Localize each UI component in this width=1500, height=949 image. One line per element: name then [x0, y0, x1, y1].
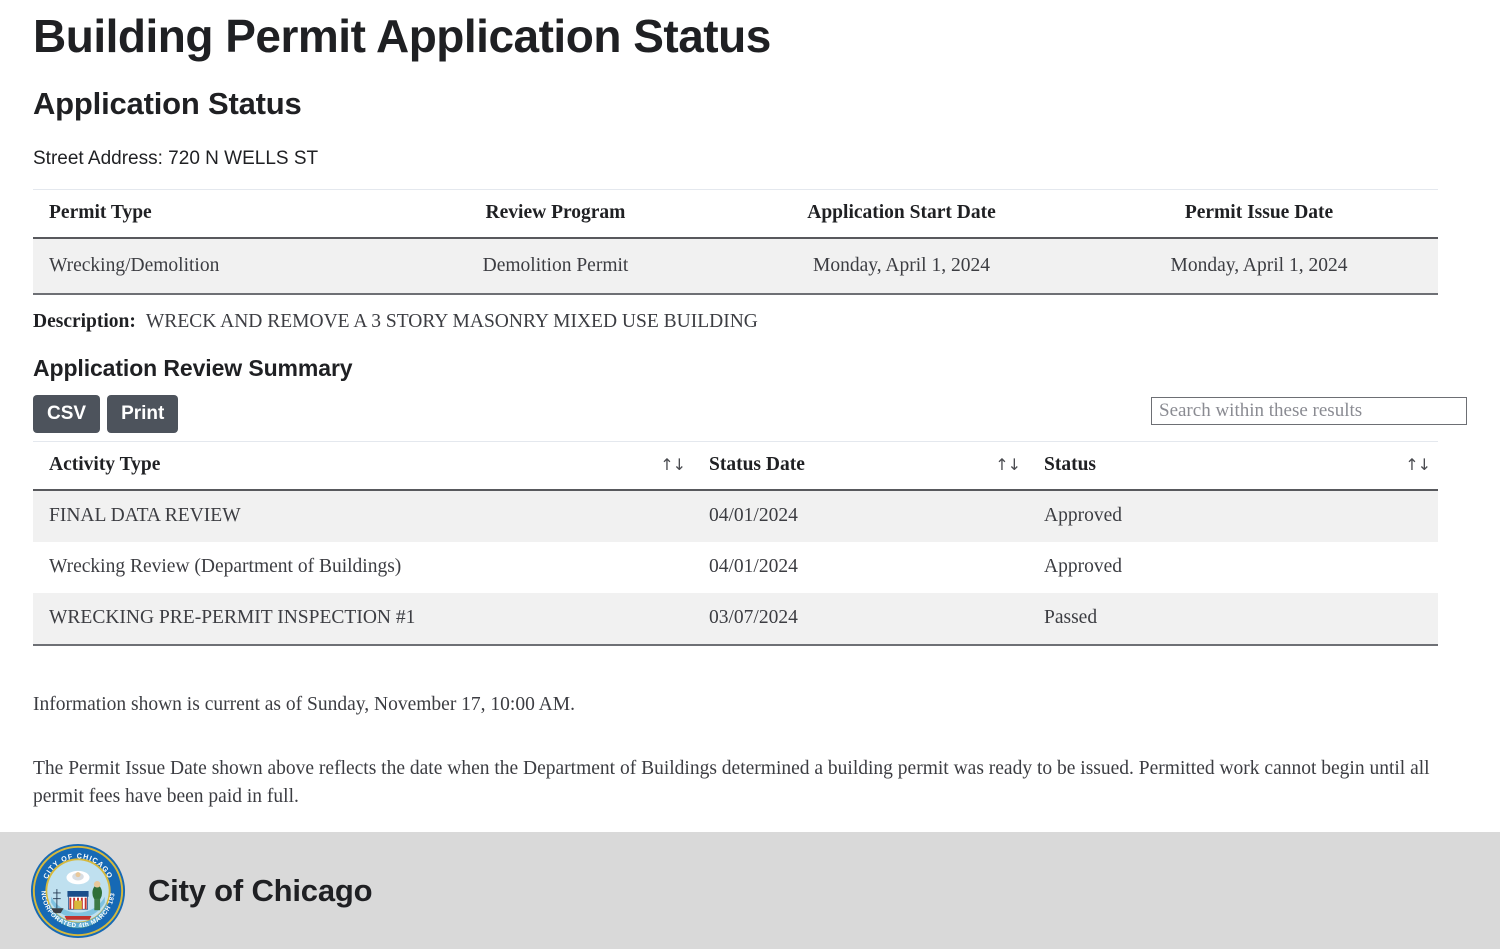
city-of-chicago-seal-icon: CITY OF CHICAGO INCORPORATED 4th MARCH 1… — [30, 843, 126, 938]
cell-status-date: 04/01/2024 — [693, 490, 1028, 543]
cell-status: Approved — [1028, 490, 1438, 543]
column-header-status[interactable]: Status ↑↓ — [1028, 441, 1438, 492]
footer-title: City of Chicago — [148, 872, 373, 908]
search-container — [1151, 397, 1467, 426]
print-button[interactable]: Print — [107, 395, 179, 434]
description-label: Description: — [33, 311, 136, 333]
cell-status: Approved — [1028, 542, 1438, 594]
column-header-status-label: Status — [1044, 454, 1097, 476]
column-header-application-start-date: Application Start Date — [723, 189, 1080, 240]
column-header-review-program: Review Program — [388, 189, 723, 240]
cell-status-date: 03/07/2024 — [693, 593, 1028, 647]
column-header-activity-type-label: Activity Type — [49, 454, 161, 476]
description-line: Description: WRECK AND REMOVE A 3 STORY M… — [33, 295, 1467, 333]
table-row: Wrecking Review (Department of Buildings… — [33, 542, 1438, 594]
table-row: WRECKING PRE-PERMIT INSPECTION #1 03/07/… — [33, 593, 1438, 647]
column-header-permit-type: Permit Type — [33, 189, 388, 240]
review-summary-toolbar: CSV Print — [33, 395, 1467, 441]
column-header-permit-issue-date: Permit Issue Date — [1080, 189, 1438, 240]
cell-application-start-date: Monday, April 1, 2024 — [723, 238, 1080, 296]
page-title: Building Permit Application Status — [33, 10, 771, 62]
sort-arrows-icon[interactable]: ↑↓ — [1405, 457, 1431, 473]
table-row: FINAL DATA REVIEW 04/01/2024 Approved — [33, 490, 1438, 543]
permit-details-table: Permit Type Review Program Application S… — [33, 189, 1438, 296]
csv-button[interactable]: CSV — [33, 395, 101, 434]
street-address: Street Address: 720 N WELLS ST — [33, 148, 319, 170]
sort-arrows-icon[interactable]: ↑↓ — [995, 457, 1021, 473]
permit-status-page: Building Permit Application Status Appli… — [0, 0, 1500, 949]
note-current-as-of: Information shown is current as of Sunda… — [33, 693, 575, 715]
permit-table-header-row: Permit Type Review Program Application S… — [33, 189, 1438, 240]
review-table-header-row: Activity Type ↑↓ Status Date ↑↓ Status ↑… — [33, 441, 1438, 492]
column-header-activity-type[interactable]: Activity Type ↑↓ — [33, 441, 693, 492]
cell-permit-issue-date: Monday, April 1, 2024 — [1080, 238, 1438, 296]
export-buttons: CSV Print — [33, 395, 179, 434]
column-header-status-date[interactable]: Status Date ↑↓ — [693, 441, 1028, 492]
cell-activity-type: FINAL DATA REVIEW — [33, 490, 693, 543]
page-footer: CITY OF CHICAGO INCORPORATED 4th MARCH 1… — [0, 832, 1500, 949]
cell-permit-type: Wrecking/Demolition — [33, 238, 388, 296]
sort-arrows-icon[interactable]: ↑↓ — [660, 457, 686, 473]
search-input[interactable] — [1151, 397, 1467, 426]
cell-activity-type: Wrecking Review (Department of Buildings… — [33, 542, 693, 594]
description-value: WRECK AND REMOVE A 3 STORY MASONRY MIXED… — [145, 311, 758, 333]
section-title-application-status: Application Status — [33, 86, 302, 122]
table-row: Wrecking/Demolition Demolition Permit Mo… — [33, 238, 1438, 296]
main-content: Building Permit Application Status Appli… — [0, 0, 1500, 811]
cell-review-program: Demolition Permit — [388, 238, 723, 296]
cell-status-date: 04/01/2024 — [693, 542, 1028, 594]
cell-status: Passed — [1028, 593, 1438, 647]
column-header-status-date-label: Status Date — [709, 454, 805, 476]
cell-activity-type: WRECKING PRE-PERMIT INSPECTION #1 — [33, 593, 693, 647]
note-permit-issue-date: The Permit Issue Date shown above reflec… — [33, 757, 1430, 807]
application-review-summary-table: Activity Type ↑↓ Status Date ↑↓ Status ↑… — [33, 441, 1438, 647]
subsection-title-review-summary: Application Review Summary — [33, 355, 353, 382]
